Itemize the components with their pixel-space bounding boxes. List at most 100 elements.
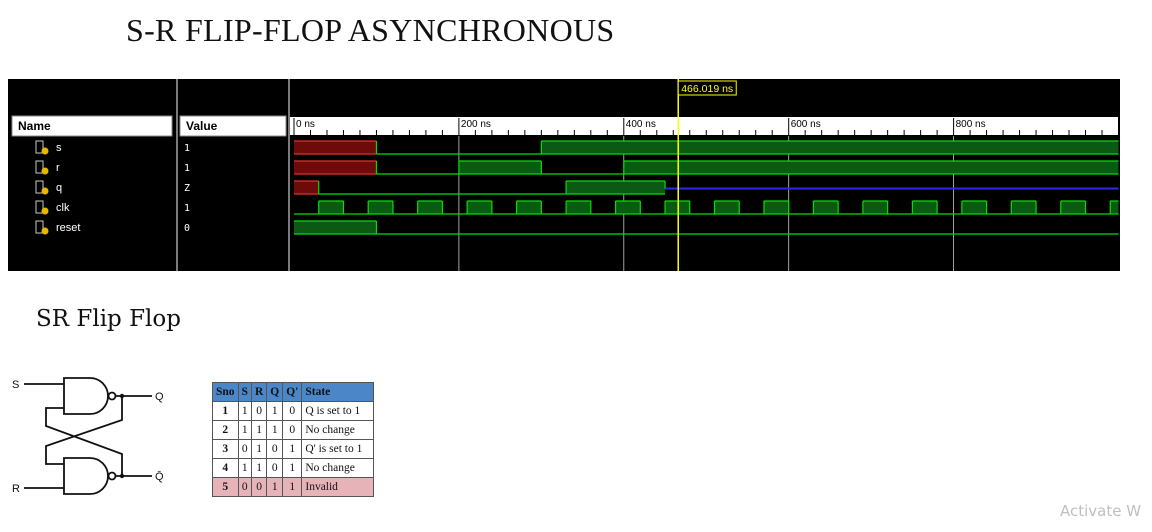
cell-qbar: 1 (282, 458, 303, 478)
header-q: Q (266, 382, 284, 402)
table-row: 4 1 1 0 1 No change (212, 458, 375, 478)
cell-s: 1 (237, 458, 252, 478)
signal-icon-dot (41, 227, 49, 235)
signal-value: Z (184, 183, 190, 194)
page-title: S-R FLIP-FLOP ASYNCHRONOUS (126, 12, 615, 48)
s-input-label: S (12, 379, 19, 391)
panel-divider[interactable] (288, 79, 290, 271)
signal-icon-dot (41, 167, 49, 175)
top-nand-gate (63, 377, 109, 415)
wave-high-fill (862, 201, 888, 214)
cell-r: 0 (250, 477, 268, 497)
wave-high-fill (294, 221, 377, 234)
cell-sno: 5 (212, 477, 239, 497)
cell-state: Q is set to 1 (301, 401, 375, 421)
cell-state: No change (301, 458, 375, 478)
wave-high-fill (368, 201, 393, 214)
r-input-label: R (12, 483, 20, 495)
q-output-label: Q (155, 391, 164, 403)
section-title: SR Flip Flop (36, 306, 181, 332)
cell-sno: 4 (212, 458, 239, 478)
cell-s: 0 (237, 439, 252, 459)
wave-high-fill (623, 161, 1119, 174)
value-header-label: Value (186, 119, 218, 133)
cell-state: Invalid (301, 477, 375, 497)
cell-state: No change (301, 420, 375, 440)
timeline-label: 200 ns (461, 119, 491, 130)
wave-high-fill (1110, 201, 1119, 214)
timeline-bar[interactable] (290, 117, 1118, 135)
wave-high-fill (615, 201, 641, 214)
wave-high-fill (912, 201, 938, 214)
signal-value: 1 (184, 143, 190, 154)
cell-r: 1 (250, 458, 268, 478)
cursor-time-label: 466.019 ns (681, 83, 733, 95)
wave-high-fill (516, 201, 542, 214)
signal-icon-dot (41, 207, 49, 215)
name-header-label: Name (18, 119, 51, 133)
signal-name[interactable]: r (56, 162, 60, 174)
cell-qbar: 0 (282, 420, 303, 440)
timeline-label: 0 ns (296, 119, 315, 130)
header-r: R (250, 382, 268, 402)
cell-s: 0 (237, 477, 252, 497)
timeline-ruler[interactable]: 0 ns 200 ns 400 ns 600 ns 800 ns (290, 117, 1119, 135)
header-state: State (301, 382, 375, 402)
wave-undefined-fill (294, 141, 377, 154)
cell-state: Q' is set to 1 (301, 439, 375, 459)
signal-value: 1 (184, 163, 190, 174)
cell-q: 1 (266, 477, 284, 497)
signal-value: 0 (184, 223, 190, 234)
cell-qbar: 1 (282, 477, 303, 497)
wave-undefined-fill (294, 161, 377, 174)
cell-s: 1 (237, 401, 252, 421)
header-sno: Sno (212, 382, 239, 402)
cell-r: 1 (250, 439, 268, 459)
table-row-invalid: 5 0 0 1 1 Invalid (212, 477, 375, 497)
q-junction-dot (119, 393, 125, 399)
wave-high-fill (763, 201, 789, 214)
cell-sno: 3 (212, 439, 239, 459)
signal-name[interactable]: s (56, 142, 62, 154)
signal-name[interactable]: reset (56, 222, 80, 234)
table-row: 2 1 1 1 0 No change (212, 420, 375, 440)
wave-high-fill (813, 201, 839, 214)
timeline-label: 400 ns (626, 119, 656, 130)
cell-r: 0 (250, 401, 268, 421)
timeline-label: 800 ns (956, 119, 986, 130)
wave-high-fill (1060, 201, 1086, 214)
activation-watermark: Activate W (1060, 502, 1142, 520)
cell-s: 1 (237, 420, 252, 440)
wave-high-fill (458, 161, 542, 174)
bottom-nand-bubble (107, 471, 117, 481)
cell-q: 1 (266, 420, 284, 440)
wave-high-fill (467, 201, 492, 214)
top-nand-bubble (107, 391, 117, 401)
signal-name[interactable]: q (56, 182, 62, 194)
wave-high-fill (665, 201, 690, 214)
panel-divider[interactable] (176, 79, 178, 271)
cell-q: 1 (266, 401, 284, 421)
value-panel (178, 79, 288, 271)
cell-q: 0 (266, 458, 284, 478)
qbar-junction-dot (119, 473, 125, 479)
sr-flipflop-diagram: S R Q Q̄ (12, 377, 164, 495)
truth-table: Sno S R Q Q' State 1 1 0 1 0 Q is set to… (212, 382, 375, 497)
cell-sno: 1 (212, 401, 239, 421)
cell-qbar: 0 (282, 401, 303, 421)
bottom-nand-gate (63, 457, 109, 495)
wave-high-fill (318, 201, 344, 214)
timeline-label: 600 ns (791, 119, 821, 130)
table-row: 1 1 0 1 0 Q is set to 1 (212, 401, 375, 421)
truth-table-header-row: Sno S R Q Q' State (212, 382, 375, 402)
output-signal-icon-dot (41, 187, 49, 195)
wave-high-fill (714, 201, 740, 214)
wave-high-fill (566, 201, 591, 214)
waveform-viewer[interactable]: Name Value 0 ns 200 ns 400 ns 600 ns 800 ns … (8, 79, 1120, 271)
wave-undefined-fill (294, 181, 319, 194)
wave-high-fill (541, 141, 1119, 154)
wave-high-fill (1011, 201, 1037, 214)
wave-high-fill (566, 181, 666, 194)
signal-name[interactable]: clk (56, 202, 70, 214)
wave-high-fill (961, 201, 987, 214)
